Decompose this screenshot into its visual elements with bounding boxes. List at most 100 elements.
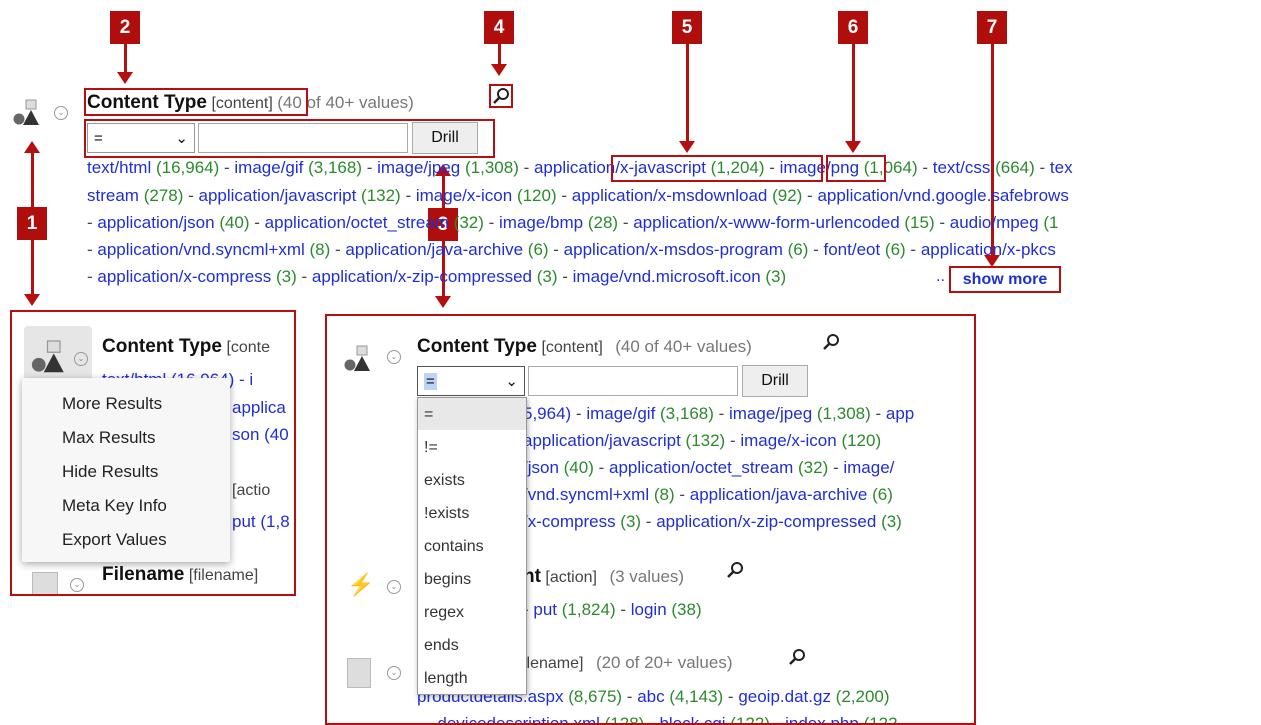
dropdown-option-regex[interactable]: regex <box>424 604 464 622</box>
value-link[interactable]: application/java-archive <box>690 485 868 504</box>
value-link[interactable]: stream <box>87 186 139 205</box>
dropdown-option-exists[interactable]: exists <box>424 472 465 490</box>
left-partial-1: applica <box>232 398 286 417</box>
value-link[interactable]: application/javascript <box>523 431 681 450</box>
collapse-toggle-icon-3[interactable]: ⌄ <box>387 350 401 364</box>
left-partial-4: put (1,8 <box>232 512 290 531</box>
value-link[interactable]: text/css <box>933 158 991 177</box>
collapse-toggle-icon-4[interactable]: ⌄ <box>387 580 401 594</box>
value-separator: - <box>183 186 199 205</box>
value-link[interactable]: application/x-zip-compressed <box>656 512 876 531</box>
value-link[interactable]: image/vnd.microsoft.icon <box>573 267 761 286</box>
drill-button-2[interactable]: Drill <box>742 365 808 397</box>
value-link[interactable]: geoip.dat.gz <box>738 687 831 706</box>
value-link[interactable]: audio/mpeg <box>950 213 1039 232</box>
value-count: (3) <box>760 267 787 286</box>
value-link[interactable]: application/vnd.syncml+xml <box>97 240 304 259</box>
marker-5: 5 <box>672 11 702 44</box>
marker-7: 7 <box>977 11 1007 44</box>
value-count: (15) <box>899 213 935 232</box>
dropdown-option-begins[interactable]: begins <box>424 571 471 589</box>
search-icon-2[interactable] <box>821 332 841 352</box>
menu-max-results[interactable]: Max Results <box>62 428 156 448</box>
value-link[interactable]: /json <box>523 458 559 477</box>
action-header: nt [action] (3 values) <box>523 566 684 588</box>
value-link[interactable]: image/gif <box>234 158 303 177</box>
value-count: (3) <box>532 267 558 286</box>
value-count: (40) <box>214 213 250 232</box>
value-separator: - <box>713 404 729 423</box>
file-header: ilename] (20 of 20+ values) <box>523 653 733 673</box>
value-link[interactable]: put <box>533 600 557 619</box>
value-link[interactable]: devicedescription.xml <box>437 714 600 723</box>
value-count: (128) <box>599 714 645 725</box>
arrow-5-line <box>686 44 689 142</box>
value-link[interactable]: /vnd.syncml+xml <box>523 485 649 504</box>
value-link[interactable]: application/x-msdownload <box>572 186 768 205</box>
right-title[interactable]: Content Type <box>417 336 537 357</box>
value-link[interactable]: application/x-zip-compressed <box>312 267 532 286</box>
dropdown-option-ends[interactable]: ends <box>424 637 459 655</box>
value-link[interactable]: image/jpeg <box>729 404 812 423</box>
marker-2: 2 <box>110 11 140 44</box>
collapse-toggle-icon[interactable]: ⌄ <box>54 106 68 120</box>
left-title[interactable]: Content Type <box>102 336 222 357</box>
dropdown-option-eq[interactable]: = <box>424 406 433 424</box>
menu-more-results[interactable]: More Results <box>62 394 162 414</box>
value-link[interactable]: image/bmp <box>499 213 583 232</box>
value-link[interactable]: application/x-msdos-program <box>564 240 783 259</box>
drill-value-input-2[interactable] <box>528 366 738 396</box>
menu-export-values[interactable]: Export Values <box>62 530 167 550</box>
search-icon[interactable] <box>489 84 513 108</box>
dropdown-selected-highlight <box>418 398 526 430</box>
value-link[interactable]: login <box>631 600 667 619</box>
value-link[interactable]: image/x-icon <box>740 431 836 450</box>
right-count: (40 of 40+ values) <box>615 337 752 356</box>
value-link[interactable]: application/vnd.google.safebrows <box>817 186 1068 205</box>
value-link[interactable]: 5,964) <box>523 404 571 423</box>
operator-select-open[interactable]: = ⌄ <box>417 366 525 396</box>
value-count: (16,964) <box>151 158 220 177</box>
search-icon-3[interactable] <box>725 560 745 580</box>
value-link[interactable]: abc <box>637 687 664 706</box>
value-count: (3) <box>271 267 297 286</box>
value-link[interactable]: font/eot <box>823 240 880 259</box>
value-link[interactable]: image/jpeg <box>377 158 460 177</box>
collapse-toggle-icon-2[interactable]: ⌄ <box>70 578 84 592</box>
value-link[interactable]: text/html <box>87 158 151 177</box>
value-link[interactable]: application/x-pkcs <box>921 240 1056 259</box>
value-link[interactable]: application/javascript <box>199 186 357 205</box>
dropdown-option-contains[interactable]: contains <box>424 538 484 556</box>
value-count: (8) <box>304 240 331 259</box>
value-link[interactable]: block.cgi <box>659 714 725 723</box>
value-separator: - <box>870 404 886 423</box>
value-link[interactable]: tex <box>1050 158 1073 177</box>
show-more-link[interactable]: show more <box>949 266 1061 293</box>
value-count: (1,824) <box>557 600 616 619</box>
value-link[interactable]: application/x-compress <box>97 267 271 286</box>
arrow-1-up-line <box>31 152 34 208</box>
dropdown-option-neq[interactable]: != <box>424 439 438 457</box>
value-link[interactable]: image/ <box>843 458 894 477</box>
value-link[interactable]: application/json <box>97 213 214 232</box>
value-link[interactable]: application/x-www-form-urlencoded <box>633 213 899 232</box>
collapse-toggle-icon-5[interactable]: ⌄ <box>387 666 401 680</box>
left-filename-title[interactable]: Filename <box>102 564 184 585</box>
dropdown-option-not-exists[interactable]: !exists <box>424 505 469 523</box>
value-link[interactable]: image/gif <box>586 404 655 423</box>
value-link[interactable]: image/x-icon <box>416 186 512 205</box>
value-link[interactable]: /x-compress <box>523 512 616 531</box>
search-icon-4[interactable] <box>787 647 807 667</box>
meta-key-icon-button[interactable]: ⌄ <box>24 326 92 382</box>
value-link[interactable]: application/octet_stream <box>609 458 793 477</box>
value-count: (122) <box>725 714 770 725</box>
value-link[interactable]: app <box>886 404 914 423</box>
dropdown-option-length[interactable]: length <box>424 670 468 688</box>
meta-key-icon[interactable] <box>12 98 44 126</box>
value-link[interactable]: index.php <box>785 714 859 723</box>
meta-key-icon-2[interactable] <box>343 344 375 372</box>
menu-meta-key-info[interactable]: Meta Key Info <box>62 496 167 516</box>
value-link[interactable]: application/octet_stream <box>265 213 449 232</box>
value-link[interactable]: application/java-archive <box>345 240 523 259</box>
menu-hide-results[interactable]: Hide Results <box>62 462 158 482</box>
